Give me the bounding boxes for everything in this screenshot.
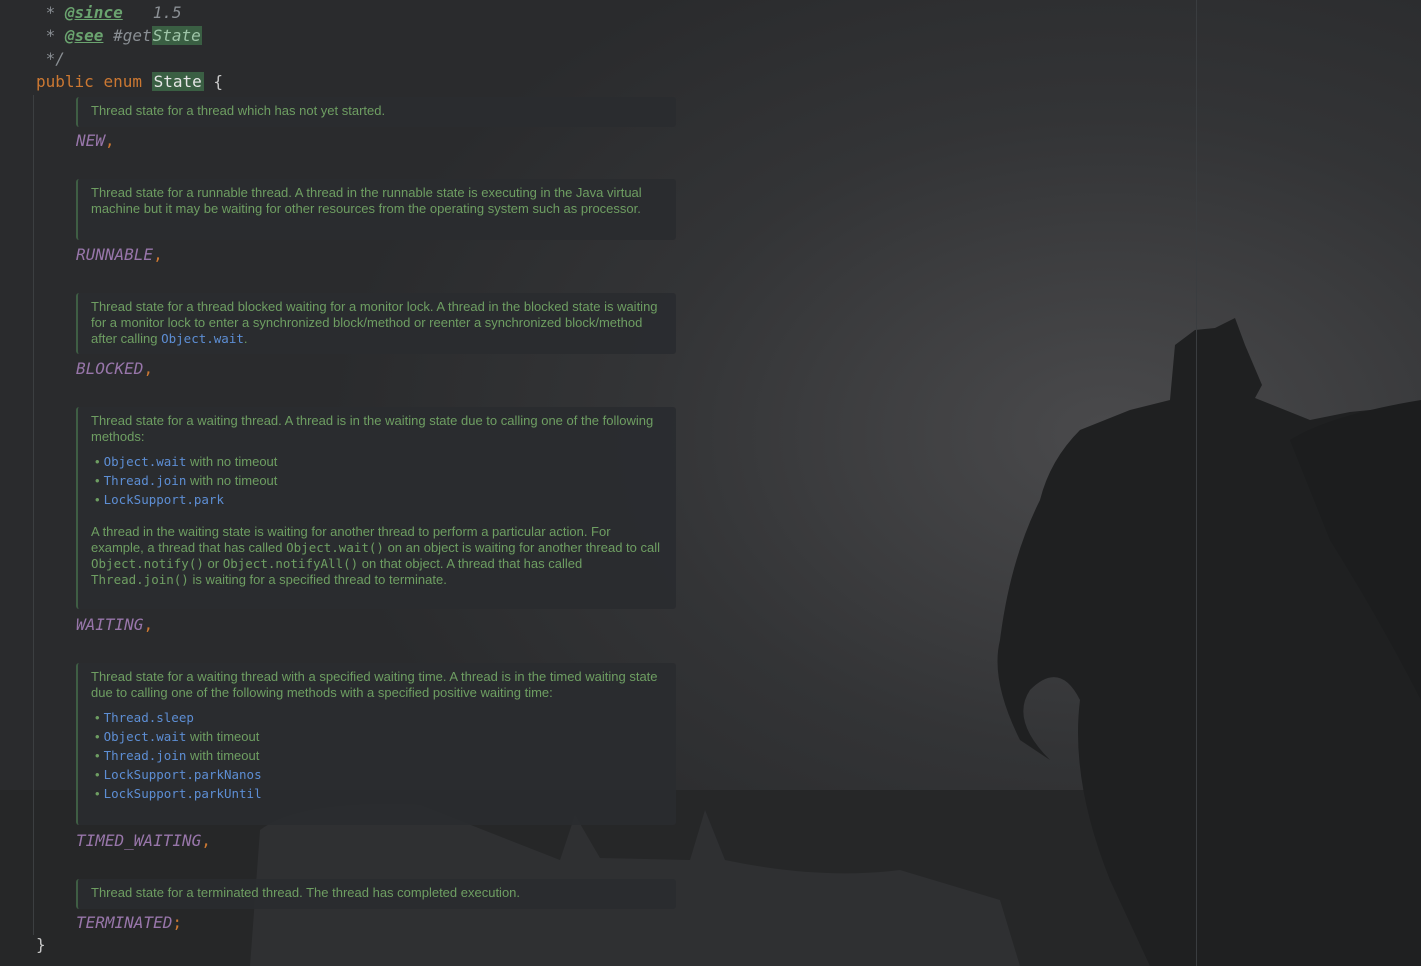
doc-link[interactable]: Object.wait [104, 729, 187, 744]
close-brace: } [36, 935, 46, 954]
constant-punct: , [201, 831, 211, 850]
doc-text-part: or [203, 556, 223, 571]
enum-constant-new[interactable]: NEW, [76, 130, 115, 152]
bullet: • [95, 729, 100, 744]
bullet: • [95, 767, 100, 782]
since-value: 1.5 [152, 3, 182, 22]
doc-text: Thread state for a waiting thread. A thr… [91, 413, 654, 444]
list-item-suffix: with timeout [186, 748, 260, 763]
enum-constant-runnable[interactable]: RUNNABLE, [76, 244, 163, 266]
doc-text-part: on an object is waiting for another thre… [383, 540, 661, 555]
enum-name[interactable]: State [151, 72, 204, 91]
constant-name: BLOCKED [76, 359, 144, 378]
list-item: • LockSupport.park [95, 491, 664, 508]
bullet: • [95, 473, 100, 488]
enum-constant-terminated[interactable]: TERMINATED; [76, 912, 182, 934]
comment-prefix: * [36, 3, 65, 22]
doc-link[interactable]: LockSupport.park [104, 492, 224, 507]
inline-code: Object.notify() [91, 556, 204, 571]
constant-name: NEW [76, 131, 105, 150]
method-list: • Object.wait with no timeout • Thread.joi… [91, 453, 664, 508]
comment-line-since: * @since 1.5 [36, 2, 182, 24]
constant-name: TIMED_WAITING [76, 831, 202, 850]
list-item: • Object.wait with timeout [95, 728, 664, 745]
keyword-enum: enum [103, 72, 142, 91]
doc-terminated: Thread state for a terminated thread. Th… [76, 879, 676, 909]
see-reference[interactable]: #get [113, 26, 152, 45]
constant-punct: , [143, 359, 154, 378]
doc-link[interactable]: Thread.sleep [104, 710, 194, 725]
constant-punct: ; [172, 913, 182, 932]
doc-text-part: is waiting for a specified thread to ter… [188, 572, 447, 587]
constant-name: WAITING [76, 615, 144, 634]
javadoc-tag-see: @see [64, 26, 104, 45]
list-item: • LockSupport.parkUntil [95, 785, 664, 802]
code-editor[interactable]: * @since 1.5 * @see #getState */ public e… [0, 0, 1421, 966]
constant-punct: , [104, 131, 115, 150]
enum-constant-waiting[interactable]: WAITING, [76, 614, 153, 636]
list-item-suffix: with timeout [186, 729, 260, 744]
bullet: • [95, 492, 100, 507]
bullet: • [95, 710, 100, 725]
doc-link[interactable]: Thread.join [104, 473, 187, 488]
constant-punct: , [153, 245, 163, 264]
doc-link[interactable]: Thread.join [104, 748, 187, 763]
method-list: • Thread.sleep • Object.wait with timeout … [91, 709, 664, 802]
open-brace: { [213, 72, 224, 91]
list-item: • LockSupport.parkNanos [95, 766, 664, 783]
doc-blocked: Thread state for a thread blocked waitin… [76, 293, 676, 354]
doc-text-end: . [243, 331, 248, 346]
doc-new: Thread state for a thread which has not … [76, 97, 676, 127]
doc-text-part: on that object. A thread that has called [358, 556, 583, 571]
doc-text: Thread state for a runnable thread. A th… [91, 185, 642, 216]
doc-link[interactable]: LockSupport.parkUntil [104, 786, 262, 801]
doc-link[interactable]: Object.wait [161, 331, 244, 346]
doc-text-2: A thread in the waiting state is waiting… [91, 524, 664, 588]
bullet: • [95, 748, 100, 763]
comment-prefix: * [36, 26, 65, 45]
right-margin-guide [1196, 0, 1197, 966]
inline-code: Object.wait() [286, 540, 384, 555]
doc-link[interactable]: LockSupport.parkNanos [104, 767, 262, 782]
bullet: • [95, 454, 100, 469]
doc-text: Thread state for a thread which has not … [91, 103, 386, 118]
comment-close: */ [36, 49, 65, 68]
list-item: • Thread.join with timeout [95, 747, 664, 764]
comment-line-see: * @see #getState [36, 25, 202, 47]
enum-declaration: public enum State { [36, 71, 223, 93]
list-item: • Thread.sleep [95, 709, 664, 726]
enum-constant-blocked[interactable]: BLOCKED, [76, 358, 153, 380]
doc-text: Thread state for a thread blocked waitin… [91, 299, 664, 347]
enum-constant-timed-waiting[interactable]: TIMED_WAITING, [76, 830, 211, 852]
bullet: • [95, 786, 100, 801]
inline-code: Object.notifyAll() [222, 556, 359, 571]
constant-punct: , [143, 615, 154, 634]
javadoc-tag-since: @since [64, 3, 123, 22]
doc-waiting: Thread state for a waiting thread. A thr… [76, 407, 676, 609]
inline-code: Thread.join() [91, 572, 189, 587]
doc-link[interactable]: Object.wait [104, 454, 187, 469]
doc-timed-waiting: Thread state for a waiting thread with a… [76, 663, 676, 825]
list-item: • Thread.join with no timeout [95, 472, 664, 489]
list-item-suffix: with no timeout [186, 454, 278, 469]
constant-name: RUNNABLE [76, 245, 154, 264]
see-reference-highlight[interactable]: State [151, 26, 202, 45]
doc-text: Thread state for a waiting thread with a… [91, 669, 658, 700]
indent-guide [33, 95, 34, 935]
list-item-suffix: with no timeout [186, 473, 278, 488]
doc-runnable: Thread state for a runnable thread. A th… [76, 179, 676, 240]
doc-text: Thread state for a terminated thread. Th… [91, 885, 521, 900]
keyword-public: public [36, 72, 94, 91]
list-item: • Object.wait with no timeout [95, 453, 664, 470]
constant-name: TERMINATED [76, 913, 173, 932]
